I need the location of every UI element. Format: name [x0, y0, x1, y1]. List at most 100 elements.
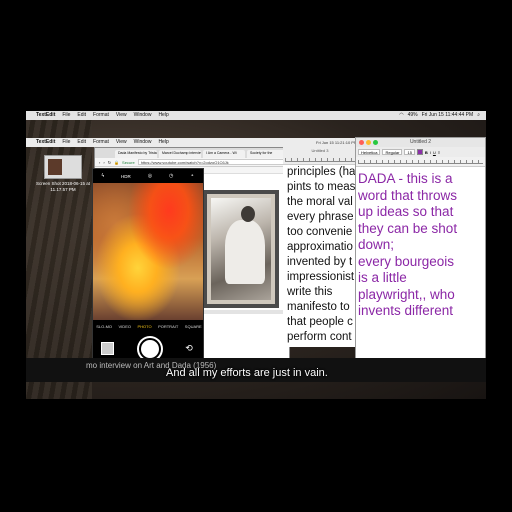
back-doc-line: too convenie — [287, 226, 353, 238]
forward-arrow-icon[interactable]: › — [103, 160, 104, 165]
menu-clock[interactable]: Fri Jun 15 11:44:44 PM — [422, 111, 474, 120]
address-bar: ‹ › ↻ 🔒 Secure https://www.youtube.com/w… — [95, 158, 289, 167]
tab-bar: Dada Manifesto by Tristan Tz Marcel Duch… — [95, 148, 289, 158]
camera-flip-icon[interactable]: ⟲ — [183, 343, 195, 353]
menu-window[interactable]: Window — [134, 111, 152, 120]
painting-figure-head — [241, 206, 255, 222]
desktop-file-icon[interactable] — [44, 155, 82, 179]
back-menu-window[interactable]: Window — [134, 138, 152, 147]
back-doc-line: the moral val — [287, 196, 353, 208]
timer-icon[interactable]: ◷ — [169, 173, 173, 179]
status-area: ◠ 49% Fri Jun 15 11:44:44 PM ⌕ — [399, 111, 480, 120]
back-menu-view[interactable]: View — [116, 138, 127, 147]
tab-dada-manifesto[interactable]: Dada Manifesto by Tristan Tz — [115, 150, 157, 158]
document-line: every bourgeois — [358, 253, 455, 269]
document-line: DADA - this is a — [358, 171, 453, 186]
camera-viewfinder[interactable] — [93, 183, 203, 320]
menu-view[interactable]: View — [116, 111, 127, 120]
back-menu-format[interactable]: Format — [93, 138, 109, 147]
document-line: up ideas so that — [358, 204, 454, 219]
back-menu-file[interactable]: File — [62, 138, 70, 147]
underline-icon[interactable]: U — [433, 150, 436, 155]
italic-icon[interactable]: I — [430, 150, 431, 155]
font-style-select[interactable]: Regular — [382, 149, 403, 155]
menu-bar: TextEdit File Edit Format View Window He… — [26, 111, 486, 120]
back-doc-line: manifesto to — [287, 301, 350, 313]
flash-off-icon[interactable]: ϟ — [101, 173, 104, 179]
back-doc-line: pints to meas — [287, 181, 356, 193]
url-input[interactable]: https://www.youtube.com/watch?v=2odzoQ1C… — [137, 159, 285, 165]
camera-top-bar: ϟ HDR ◎ ◷ ⚬ — [93, 169, 203, 183]
menu-app-name[interactable]: TextEdit — [36, 111, 55, 120]
window-controls — [359, 140, 378, 145]
mode-portrait[interactable]: PORTRAIT — [158, 324, 178, 329]
menu-help[interactable]: Help — [158, 111, 168, 120]
text-color-swatch[interactable] — [416, 149, 423, 155]
screen-recording: TextEdit File Edit Format View Window He… — [26, 111, 486, 399]
back-doc-line: that people c — [287, 316, 353, 328]
close-icon[interactable] — [359, 140, 364, 145]
live-photo-icon[interactable]: ◎ — [148, 173, 152, 179]
back-document[interactable]: principles (ha pints to meas the moral v… — [283, 165, 357, 347]
painting-figure — [225, 220, 265, 284]
reload-icon[interactable]: ↻ — [108, 160, 111, 165]
secure-label: Secure — [122, 159, 135, 165]
document-line: word that throws — [358, 187, 458, 203]
mode-video[interactable]: VIDEO — [119, 324, 131, 329]
camera-mode-selector: SLO-MO VIDEO PHOTO PORTRAIT SQUARE — [93, 321, 203, 331]
minimize-icon[interactable] — [366, 140, 371, 145]
bold-icon[interactable]: B — [425, 150, 428, 155]
hdr-toggle[interactable]: HDR — [121, 174, 131, 179]
back-menu-edit[interactable]: Edit — [77, 138, 86, 147]
mode-photo[interactable]: PHOTO — [137, 324, 151, 329]
painting-frame — [203, 190, 279, 308]
zoom-icon[interactable] — [373, 140, 378, 145]
back-doc-line: every phrase — [287, 211, 354, 223]
document-line: is a little — [358, 270, 407, 285]
back-doc-line: write this — [287, 286, 333, 298]
textedit-document[interactable]: DADA - this is a word that throws up ide… — [356, 167, 485, 320]
tab-duchamp[interactable]: Marcel Duchamp interview — [159, 150, 201, 158]
back-doc-toolbar: Untitled 3 — [283, 147, 357, 165]
tab-camera[interactable]: I Am a Camera - Wi — [203, 150, 245, 158]
shutter-button[interactable] — [139, 338, 161, 360]
back-arrow-icon[interactable]: ‹ — [99, 160, 100, 165]
back-doc-line: approximatio — [287, 241, 353, 253]
back-doc-line: perform cont — [287, 331, 352, 343]
lock-icon: 🔒 — [114, 159, 120, 165]
photo-thumbnail[interactable] — [101, 342, 114, 355]
window-title: Untitled 2 — [409, 139, 432, 145]
search-icon[interactable]: ⌕ — [477, 111, 480, 120]
back-menu-bar: TextEdit File Edit Format View Window He… — [26, 138, 316, 147]
align-icon[interactable]: ≡ — [438, 150, 440, 155]
mode-square[interactable]: SQUARE — [185, 324, 202, 329]
subtitle-text: And all my efforts are just in vain. — [166, 367, 328, 379]
font-size-select[interactable]: 15 — [404, 149, 415, 155]
back-doc-line: invented by t — [287, 256, 353, 268]
menu-format[interactable]: Format — [93, 111, 109, 120]
document-line: invents different — [358, 303, 454, 318]
mode-slomo[interactable]: SLO-MO — [96, 324, 112, 329]
battery-percent[interactable]: 49% — [408, 111, 418, 120]
menu-edit[interactable]: Edit — [77, 111, 86, 120]
textedit-ruler — [356, 157, 485, 167]
back-doc-title: Untitled 3 — [311, 148, 329, 153]
document-line: down; — [358, 237, 395, 252]
painting-image — [211, 198, 271, 300]
document-line: they can be shot — [358, 220, 458, 236]
back-menu-app[interactable]: TextEdit — [36, 138, 55, 147]
format-toolbar: Helvetica Regular 15 B I U ≡ — [356, 147, 485, 157]
back-doc-line: principles (ha — [287, 166, 356, 178]
menu-file[interactable]: File — [62, 111, 70, 120]
wifi-icon[interactable]: ◠ — [399, 111, 403, 120]
phone-camera-screen: ϟ HDR ◎ ◷ ⚬ SLO-MO VIDEO PHOTO PORTRAIT … — [92, 168, 204, 364]
back-doc-ruler — [285, 158, 355, 162]
filters-icon[interactable]: ⚬ — [190, 173, 194, 179]
textedit-window: Untitled 2 Helvetica Regular 15 B I U ≡ … — [355, 137, 486, 365]
document-line: playwright,, who — [358, 286, 455, 302]
font-family-select[interactable]: Helvetica — [358, 149, 381, 155]
back-menu-help[interactable]: Help — [158, 138, 168, 147]
textedit-titlebar: Untitled 2 — [356, 138, 485, 147]
back-doc-line: impressionist — [287, 271, 355, 283]
desktop-file-label[interactable]: Screen Shot 2018-06-15 at 11.17.57 PM — [32, 181, 94, 193]
